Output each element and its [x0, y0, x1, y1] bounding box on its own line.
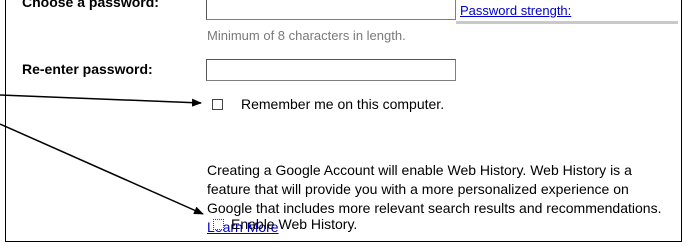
arrow-to-web-history: [0, 123, 204, 215]
annotation-arrows: [0, 94, 204, 215]
arrow-to-remember-me: [0, 94, 202, 107]
